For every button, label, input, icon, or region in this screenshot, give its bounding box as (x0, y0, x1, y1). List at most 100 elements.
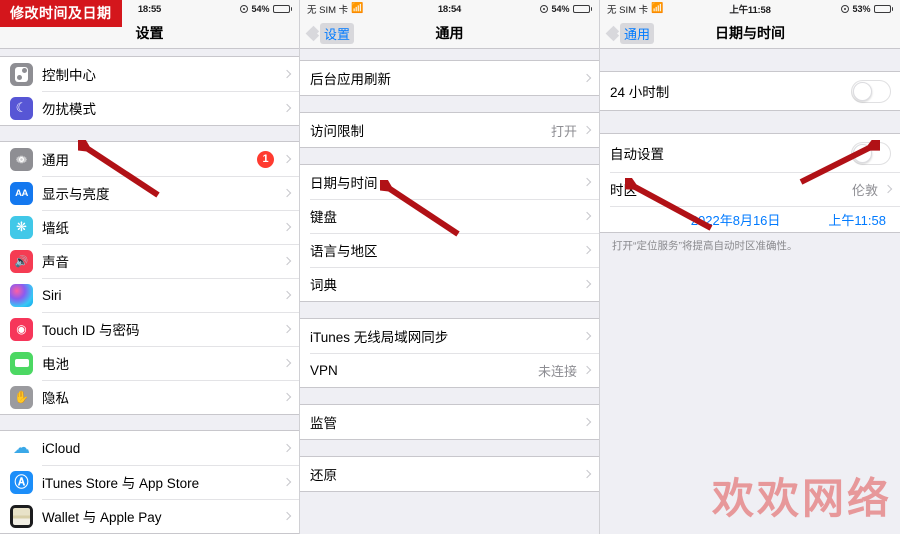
row-label: 24 小时制 (610, 85, 670, 100)
chevron-right-icon (582, 469, 592, 479)
sidebar-item-general[interactable]: 通用 1 (0, 142, 299, 177)
sidebar-item-itunes-app-store[interactable]: Ⓐ iTunes Store 与 App Store (0, 465, 299, 499)
list-item-dictionary[interactable]: 词典 (300, 267, 599, 301)
settings-screen: 18:55 54% 设置 控制中心 ☾ 勿扰模式 通用 1 AA 显示与亮度 ❋… (0, 0, 300, 534)
settings-group-3: ☁ iCloud Ⓐ iTunes Store 与 App Store Wall… (0, 430, 299, 534)
app-store-icon: Ⓐ (10, 470, 33, 494)
sidebar-item-icloud[interactable]: ☁ iCloud (0, 431, 299, 465)
list-spacer (0, 415, 299, 430)
sidebar-item-siri[interactable]: Siri (0, 278, 299, 313)
location-arrow-icon (540, 5, 549, 13)
list-item-keyboard[interactable]: 键盘 (300, 199, 599, 233)
date-time-screen: 无 SIM 卡 📶 上午11:58 53% 通用 日期与时间 24 小时制 自动… (600, 0, 900, 534)
row-label: 键盘 (310, 210, 337, 225)
sidebar-item-wallpaper[interactable]: ❋ 墙纸 (0, 210, 299, 245)
list-spacer (600, 111, 900, 133)
toggle-24-hour-time[interactable] (851, 79, 891, 103)
row-label: 电池 (42, 357, 69, 373)
general-group-3: 日期与时间 键盘 语言与地区 词典 (300, 164, 599, 302)
chevron-right-icon (582, 417, 592, 427)
chevron-right-icon (282, 104, 292, 113)
row-label: Touch ID 与密码 (42, 323, 140, 339)
location-arrow-icon (841, 5, 850, 13)
sidebar-item-do-not-disturb[interactable]: ☾ 勿扰模式 (0, 91, 299, 126)
cloud-icon: ☁ (13, 438, 30, 457)
chevron-right-icon (582, 331, 592, 341)
row-label: 隐私 (42, 391, 69, 407)
hour-format-group: 24 小时制 (600, 71, 900, 111)
general-group-1: 后台应用刷新 (300, 60, 599, 96)
selected-time[interactable]: 上午11:58 (828, 210, 886, 229)
battery-icon (272, 5, 292, 13)
sidebar-item-sounds[interactable]: 🔊 声音 (0, 244, 299, 279)
chevron-right-icon (582, 211, 592, 221)
row-value: 伦敦 (851, 182, 878, 198)
nav-bar: 通用 日期与时间 (600, 18, 900, 49)
chevron-left-icon (305, 25, 322, 41)
back-button[interactable]: 设置 (305, 22, 355, 44)
status-bar: 无 SIM 卡 📶 上午11:58 53% (600, 0, 900, 18)
list-spacer (300, 96, 599, 112)
row-label: iTunes Store 与 App Store (42, 476, 200, 491)
list-item-set-automatically[interactable]: 自动设置 (600, 134, 900, 172)
row-label: Wallet 与 Apple Pay (42, 510, 162, 525)
list-item-reset[interactable]: 还原 (300, 457, 599, 491)
siri-icon (10, 283, 33, 307)
row-label: 显示与亮度 (42, 187, 110, 203)
moon-icon: ☾ (10, 96, 33, 120)
row-label: VPN (310, 362, 338, 378)
chevron-right-icon (282, 222, 292, 232)
wallpaper-icon: ❋ (10, 215, 33, 239)
chevron-right-icon (282, 477, 292, 487)
watermark: 欢欢网络 (711, 474, 892, 523)
chevron-left-icon (605, 25, 622, 41)
battery-percent: 53% (852, 4, 871, 14)
timezone-group: 自动设置 时区 伦敦 2022年8月16日 上午11:58 (600, 133, 900, 233)
list-item-supervision[interactable]: 监管 (300, 405, 599, 439)
list-item-time-zone[interactable]: 时区 伦敦 (600, 172, 900, 206)
list-item-restrictions[interactable]: 访问限制 打开 (300, 113, 599, 147)
chevron-right-icon (282, 290, 292, 300)
chevron-right-icon (282, 358, 292, 368)
back-button-label: 通用 (620, 22, 655, 44)
back-button[interactable]: 通用 (605, 22, 655, 44)
list-spacer (600, 49, 900, 71)
settings-group-1: 控制中心 ☾ 勿扰模式 (0, 56, 299, 127)
row-label: 后台应用刷新 (310, 72, 391, 87)
sidebar-item-display-brightness[interactable]: AA 显示与亮度 (0, 176, 299, 211)
list-item-language-region[interactable]: 语言与地区 (300, 233, 599, 267)
list-spacer (0, 126, 299, 142)
sidebar-item-touch-id[interactable]: ◉ Touch ID 与密码 (0, 312, 299, 347)
list-spacer (0, 49, 299, 57)
list-spacer (300, 440, 599, 456)
general-screen: 无 SIM 卡 📶 18:54 54% 设置 通用 后台应用刷新 访问限制 打开… (300, 0, 600, 534)
row-label: 词典 (310, 278, 337, 293)
list-spacer (300, 148, 599, 164)
sidebar-item-battery[interactable]: 电池 (0, 346, 299, 381)
sidebar-item-wallet-apple-pay[interactable]: Wallet 与 Apple Pay (0, 499, 299, 533)
sidebar-item-control-center[interactable]: 控制中心 (0, 57, 299, 92)
speaker-icon: 🔊 (10, 249, 33, 273)
battery-percent: 54% (551, 4, 570, 14)
row-label: 声音 (42, 255, 69, 271)
list-item-24-hour-time[interactable]: 24 小时制 (600, 72, 900, 110)
back-button-label: 设置 (320, 22, 355, 44)
list-item-itunes-wifi-sync[interactable]: iTunes 无线局域网同步 (300, 319, 599, 353)
list-spacer (300, 302, 599, 318)
toggle-set-automatically[interactable] (851, 141, 891, 165)
footnote-text: 打开“定位服务”将提高自动时区准确性。 (612, 240, 798, 252)
selected-date[interactable]: 2022年8月16日 (691, 210, 781, 229)
chevron-right-icon (282, 392, 292, 402)
date-time-picker-row[interactable]: 2022年8月16日 上午11:58 (600, 206, 900, 232)
sidebar-item-privacy[interactable]: ✋ 隐私 (0, 380, 299, 415)
status-bar-right: 53% (841, 4, 893, 14)
chevron-right-icon (883, 184, 893, 194)
chevron-right-icon (582, 125, 592, 135)
wallet-icon (10, 504, 33, 528)
list-item-date-time[interactable]: 日期与时间 (300, 165, 599, 199)
list-item-vpn[interactable]: VPN 未连接 (300, 353, 599, 387)
row-label: 语言与地区 (310, 244, 378, 259)
list-bottom-space (300, 492, 599, 534)
list-item-background-app-refresh[interactable]: 后台应用刷新 (300, 61, 599, 95)
list-spacer (300, 388, 599, 404)
